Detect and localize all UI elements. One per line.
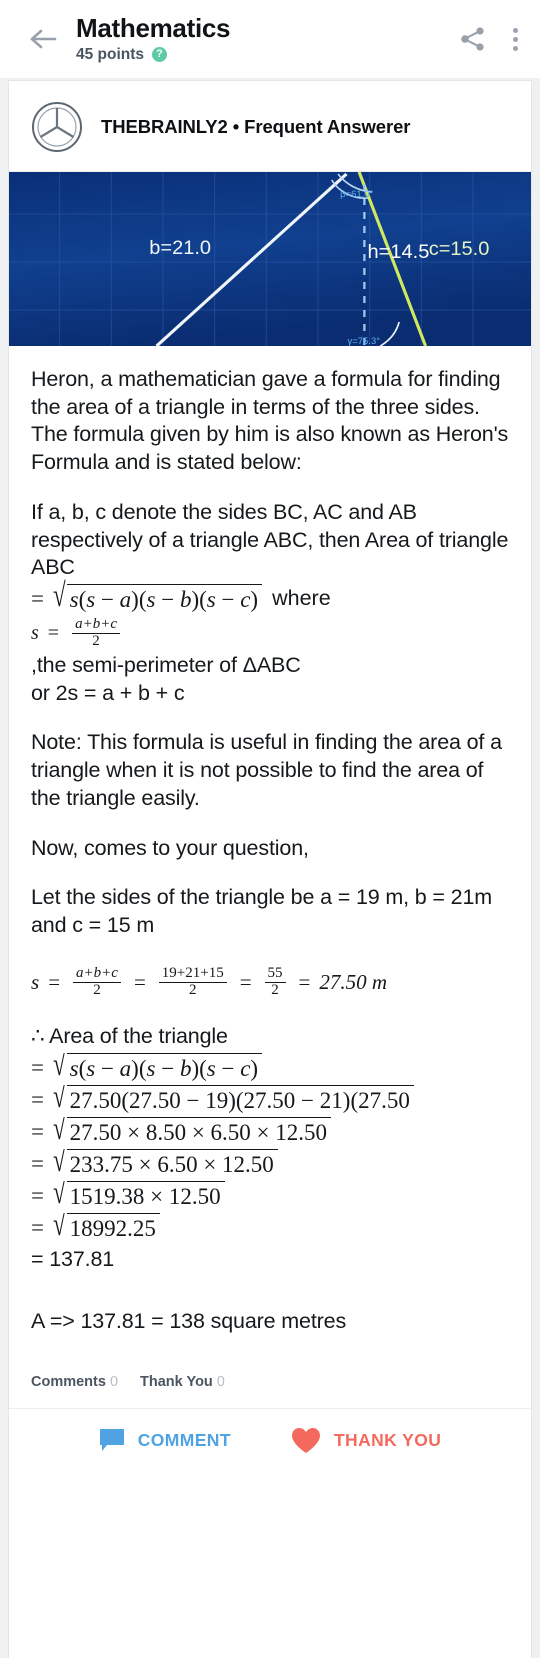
area-step-3-expr: 27.50 × 8.50 × 6.50 × 12.50 (66, 1117, 332, 1146)
app-header: Mathematics 45 points ? (0, 0, 540, 78)
thanks-meta-count: 0 (216, 1373, 225, 1390)
comment-button-label: COMMENT (137, 1429, 231, 1450)
formula-area-tail: where (272, 586, 331, 611)
paragraph-semi-perimeter: ,the semi-perimeter of ΔABC (31, 652, 301, 677)
triangle-diagram-svg: b=21.0 h=14.5 c=15.0 β=61.0° γ=75.3° (9, 172, 531, 346)
paragraph-intro: Heron, a mathematician gave a formula fo… (31, 367, 509, 475)
question-answer-screen: Mathematics 45 points ? THEBRAINLY2 • Fr… (0, 0, 540, 1658)
area-heading: ∴ Area of the triangle (31, 1023, 228, 1048)
area-step-4-expr: 233.75 × 6.50 × 12.50 (66, 1149, 278, 1178)
formula-area-root: = √ s(s − a)(s − b)(s − c) where (31, 576, 331, 614)
area-final-value: = 137.81 (31, 1247, 115, 1272)
heart-icon (291, 1427, 320, 1453)
comments-meta[interactable]: Comments 0 (31, 1374, 118, 1390)
comments-meta-label: Comments (31, 1373, 106, 1390)
comments-meta-count: 0 (109, 1373, 119, 1390)
triangle-diagram-image[interactable]: b=21.0 h=14.5 c=15.0 β=61.0° γ=75.3° (9, 172, 531, 346)
diagram-label-beta: β=61.0° (340, 189, 374, 199)
header-actions (459, 26, 518, 52)
area-step-3: = √ 27.50 × 8.50 × 6.50 × 12.50 (31, 1117, 509, 1146)
answer-content: Heron, a mathematician gave a formula fo… (9, 346, 531, 1336)
area-step-5-expr: 1519.38 × 12.50 (66, 1181, 225, 1210)
comment-button[interactable]: COMMENT (99, 1428, 231, 1452)
arrow-left-icon (30, 29, 57, 49)
paragraph-given-sides: Let the sides of the triangle be a = 19 … (31, 885, 493, 938)
answer-conclusion: A => 137.81 = 138 square metres (31, 1309, 347, 1334)
header-title-block: Mathematics 45 points ? (72, 14, 459, 63)
thank-you-button-label: THANK YOU (333, 1429, 442, 1450)
back-button[interactable] (20, 16, 66, 62)
area-step-5: = √ 1519.38 × 12.50 (31, 1181, 509, 1210)
share-icon (461, 27, 484, 51)
area-step-1: = √ s(s − a)(s − b)(s − c) (31, 1053, 509, 1082)
action-bar: COMMENT THANK YOU (9, 1409, 531, 1454)
paragraph-2s: or 2s = a + b + c (31, 680, 185, 705)
area-step-6-expr: 18992.25 (66, 1213, 160, 1242)
thanks-meta[interactable]: Thank You 0 (140, 1374, 225, 1390)
calc-s-result: 27.50 m (319, 969, 388, 994)
paragraph-definition: If a, b, c denote the sides BC, AC and A… (31, 499, 509, 580)
fraction-3: 55 2 (264, 965, 286, 999)
diagram-label-c: c=15.0 (429, 238, 490, 259)
fraction-1: a+b+c 2 (73, 965, 121, 999)
thanks-meta-label: Thank You (140, 1373, 213, 1390)
fraction-abc-over-2: a+b+c 2 (72, 616, 120, 650)
calc-semi-perimeter-line: s = a+b+c 2 = 19+21+15 2 = 55 2 = 27.50 … (31, 964, 388, 999)
area-step-2: = √ 27.50(27.50 − 19)(27.50 − 21)(27.50 (31, 1085, 509, 1114)
author-row[interactable]: THEBRAINLY2 • Frequent Answerer (9, 81, 531, 172)
help-badge-icon[interactable]: ? (152, 47, 168, 63)
paragraph-note: Note: This formula is useful in finding … (31, 730, 502, 810)
answer-card: THEBRAINLY2 • Frequent Answerer b=21.0 h… (8, 80, 532, 1658)
sqrt-expression: √ s(s − a)(s − b)(s − c) (53, 578, 263, 613)
avatar[interactable] (31, 101, 83, 153)
more-options-button[interactable] (513, 27, 518, 51)
speech-bubble-icon (99, 1429, 124, 1452)
points-row: 45 points ? (76, 46, 459, 64)
area-step-2-expr: 27.50(27.50 − 19)(27.50 − 21)(27.50 (66, 1085, 414, 1114)
more-vertical-icon (513, 27, 518, 51)
points-label: 45 points (76, 45, 145, 63)
page-title: Mathematics (76, 13, 231, 44)
diagram-label-h: h=14.5 (368, 241, 430, 262)
thank-you-button[interactable]: THANK YOU (291, 1427, 441, 1454)
paragraph-transition: Now, comes to your question, (31, 835, 309, 860)
area-step-6: = √ 18992.25 (31, 1213, 509, 1242)
fraction-2: 19+21+15 2 (158, 965, 227, 999)
area-step-4: = √ 233.75 × 6.50 × 12.50 (31, 1149, 509, 1178)
diagram-label-b: b=21.0 (149, 237, 211, 258)
author-name: THEBRAINLY2 • Frequent Answerer (101, 116, 411, 137)
answer-meta-row: Comments 0 Thank You 0 (9, 1358, 531, 1409)
share-button[interactable] (459, 26, 487, 52)
diagram-label-gamma: γ=75.3° (348, 336, 381, 346)
calc-s-symbol: s (31, 969, 40, 994)
formula-semi-perimeter: s = a+b+c 2 (31, 616, 509, 650)
user-avatar-icon (32, 102, 82, 152)
